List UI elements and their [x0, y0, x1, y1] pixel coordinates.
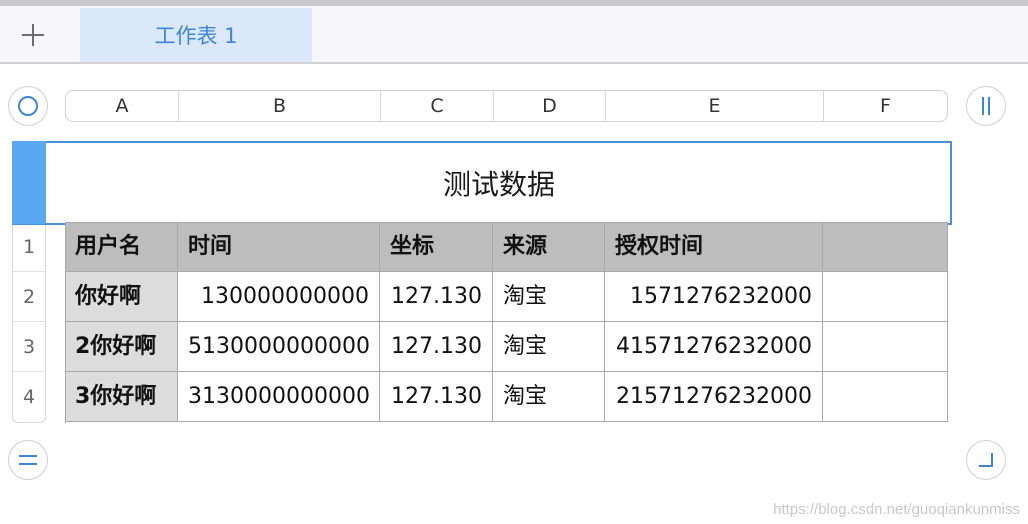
header-cell-time[interactable]: 时间 [178, 222, 380, 272]
table-cell-source[interactable]: 淘宝 [493, 372, 605, 422]
table-title[interactable]: 测试数据 [46, 141, 952, 225]
table-cell-empty[interactable] [823, 322, 948, 372]
table-cell-username[interactable]: 3你好啊 [65, 372, 178, 422]
add-row-handle[interactable] [8, 440, 48, 480]
header-cell-auth-time[interactable]: 授权时间 [605, 222, 823, 272]
header-cell-source[interactable]: 来源 [493, 222, 605, 272]
column-header-bar: A B C D E F [65, 90, 948, 122]
table-cell-auth-time[interactable]: 1571276232000 [605, 272, 823, 322]
table-cell-username[interactable]: 2你好啊 [65, 322, 178, 372]
select-table-button[interactable] [8, 86, 48, 126]
table-grid: 用户名 时间 坐标 来源 授权时间 你好啊 130000000000 127.1… [65, 222, 948, 423]
table-cell-empty[interactable] [823, 272, 948, 322]
sheet-tab-label: 工作表 1 [154, 24, 238, 48]
table-cell-source[interactable]: 淘宝 [493, 272, 605, 322]
table-cell-auth-time[interactable]: 21571276232000 [605, 372, 823, 422]
header-cell-coordinate[interactable]: 坐标 [380, 222, 493, 272]
row-header-bar: 1 2 3 4 [12, 222, 46, 423]
circle-icon [18, 96, 38, 116]
row-header-4[interactable]: 4 [13, 372, 45, 422]
table-cell-coordinate[interactable]: 127.130 [380, 272, 493, 322]
tab-sheet-1[interactable]: 工作表 1 [80, 8, 312, 62]
add-sheet-button[interactable] [12, 18, 54, 52]
header-cell-username[interactable]: 用户名 [65, 222, 178, 272]
row-header-1[interactable]: 1 [13, 222, 45, 272]
resize-table-handle[interactable] [966, 440, 1006, 480]
equals-icon [19, 455, 37, 465]
table-cell-username[interactable]: 你好啊 [65, 272, 178, 322]
column-header-c[interactable]: C [381, 91, 494, 121]
table-cell-coordinate[interactable]: 127.130 [380, 372, 493, 422]
table-cell-coordinate[interactable]: 127.130 [380, 322, 493, 372]
table-cell-time[interactable]: 3130000000000 [178, 372, 380, 422]
row-header-2[interactable]: 2 [13, 272, 45, 322]
corner-resize-icon [979, 453, 993, 467]
sheet-tab-bar: 工作表 1 [0, 6, 1028, 64]
row-header-3[interactable]: 3 [13, 322, 45, 372]
table-cell-time[interactable]: 5130000000000 [178, 322, 380, 372]
title-row-selector[interactable] [12, 141, 46, 224]
table-cell-source[interactable]: 淘宝 [493, 322, 605, 372]
header-cell-empty[interactable] [823, 222, 948, 272]
table-cell-empty[interactable] [823, 372, 948, 422]
column-header-f[interactable]: F [824, 91, 947, 121]
column-header-b[interactable]: B [179, 91, 381, 121]
table-cell-time[interactable]: 130000000000 [178, 272, 380, 322]
column-header-d[interactable]: D [494, 91, 606, 121]
add-column-handle[interactable] [966, 86, 1006, 126]
watermark: https://blog.csdn.net/guoqiankunmiss [773, 501, 1020, 518]
column-header-e[interactable]: E [606, 91, 824, 121]
table-cell-auth-time[interactable]: 41571276232000 [605, 322, 823, 372]
pause-bars-icon [982, 97, 990, 115]
plus-icon [22, 24, 44, 46]
column-header-a[interactable]: A [66, 91, 179, 121]
